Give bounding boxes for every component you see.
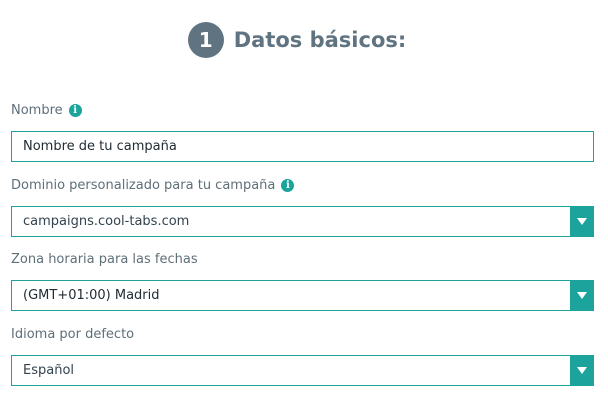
chevron-down-icon — [576, 218, 587, 225]
language-selected-value: Español — [23, 363, 75, 378]
timezone-select[interactable]: (GMT+01:00) Madrid — [11, 280, 594, 311]
domain-label-text: Dominio personalizado para tu campaña — [11, 178, 276, 193]
timezone-label: Zona horaria para las fechas — [11, 252, 198, 267]
domain-dropdown-arrow[interactable] — [570, 207, 593, 236]
info-icon[interactable]: i — [281, 179, 295, 192]
language-dropdown-arrow[interactable] — [570, 356, 593, 385]
timezone-label-text: Zona horaria para las fechas — [11, 252, 198, 267]
name-label: Nombre i — [11, 103, 82, 118]
domain-label: Dominio personalizado para tu campaña i — [11, 178, 295, 193]
language-label-text: Idioma por defecto — [11, 327, 135, 342]
domain-select[interactable]: campaigns.cool-tabs.com — [11, 206, 594, 237]
section-title: Datos básicos: — [233, 28, 407, 52]
language-label: Idioma por defecto — [11, 327, 134, 342]
info-icon[interactable]: i — [68, 104, 82, 117]
campaign-name-value: Nombre de tu campaña — [23, 139, 177, 154]
chevron-down-icon — [576, 367, 587, 374]
language-select[interactable]: Español — [11, 355, 594, 386]
step-number-badge: 1 — [187, 22, 224, 58]
chevron-down-icon — [576, 292, 587, 299]
campaign-name-input[interactable]: Nombre de tu campaña — [11, 131, 594, 162]
timezone-dropdown-arrow[interactable] — [570, 281, 593, 310]
timezone-selected-value: (GMT+01:00) Madrid — [23, 288, 160, 303]
section-header: 1 Datos básicos: — [0, 20, 608, 60]
name-label-text: Nombre — [11, 103, 63, 118]
domain-selected-value: campaigns.cool-tabs.com — [23, 214, 190, 229]
